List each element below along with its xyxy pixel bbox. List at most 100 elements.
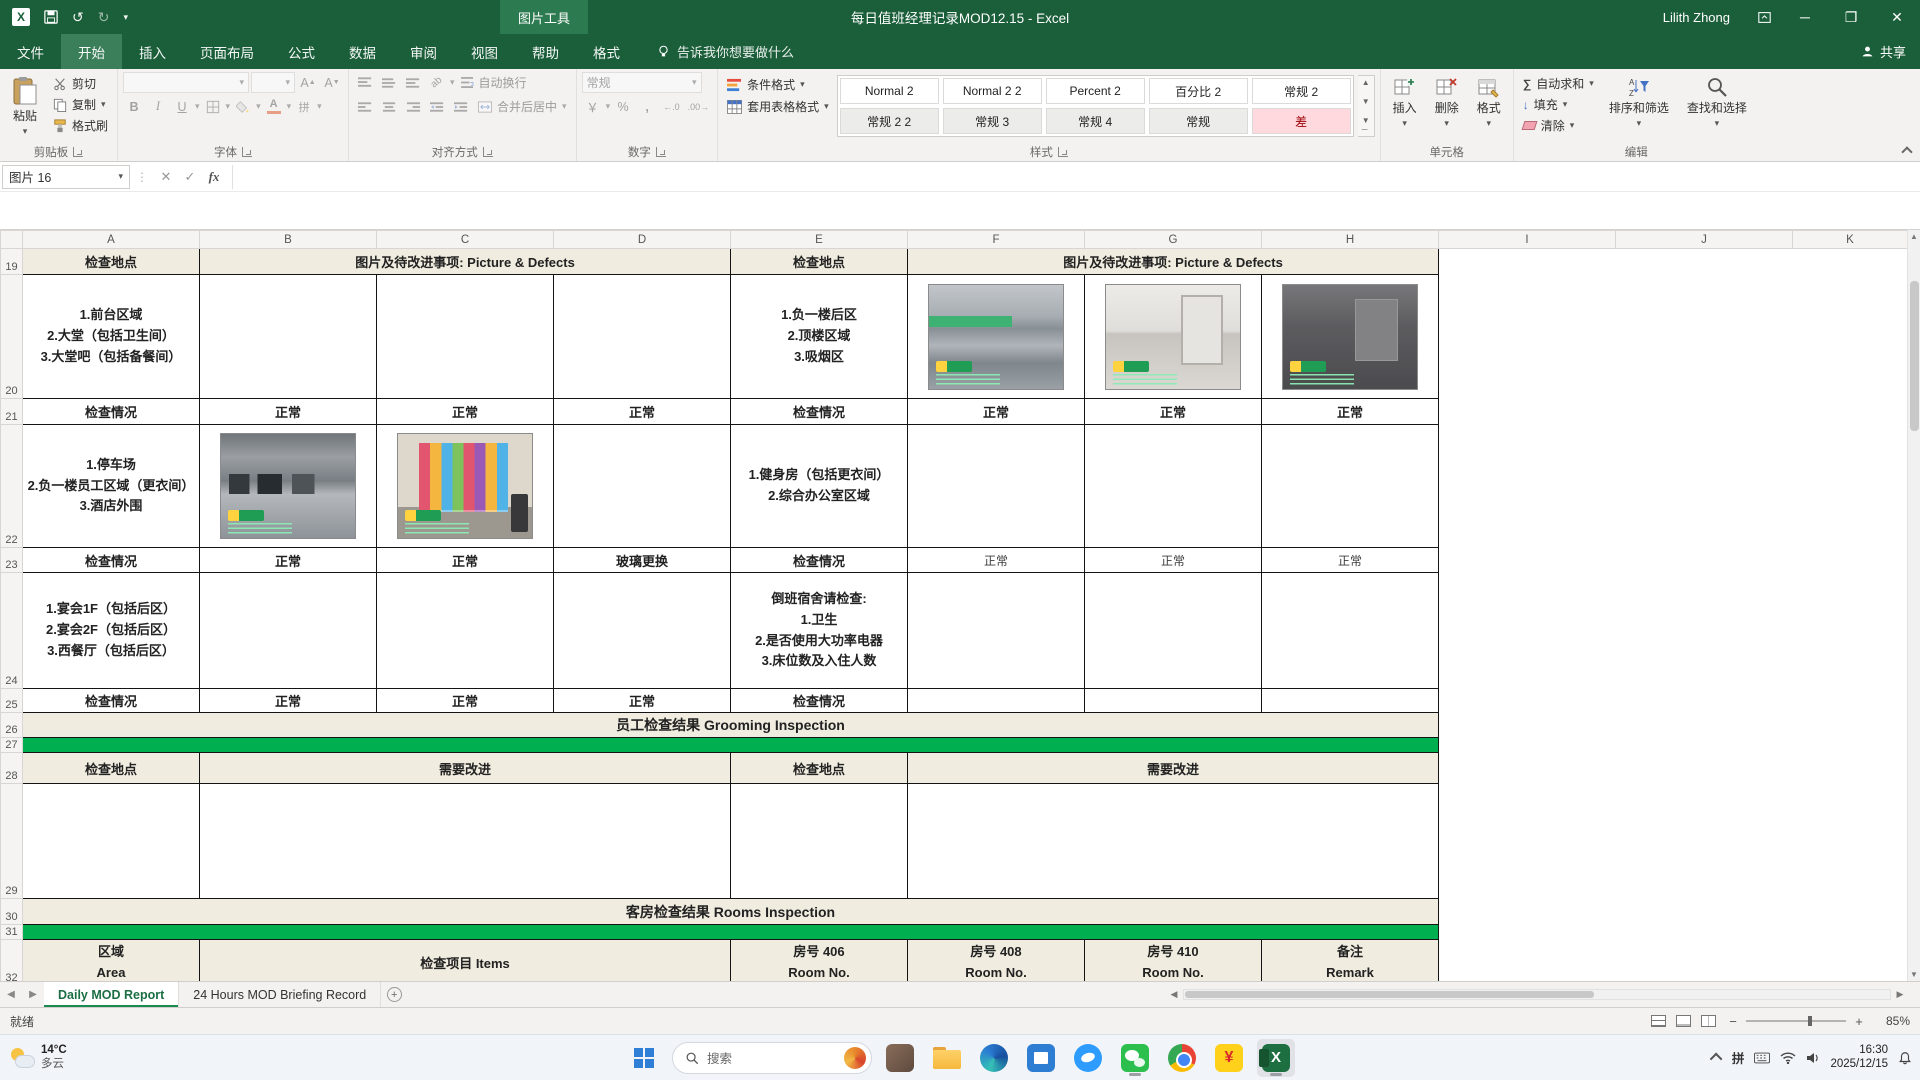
orientation-icon[interactable]: ab <box>426 72 448 93</box>
decrease-decimal-icon[interactable]: .00→ <box>685 96 713 117</box>
empty-cells[interactable] <box>1438 939 1908 981</box>
cell-H32[interactable]: 备注 Remark <box>1261 939 1439 981</box>
format-as-table-button[interactable]: 套用表格格式 ▾ <box>723 97 833 116</box>
empty-cells[interactable] <box>1438 924 1908 940</box>
photo-staff-lockers[interactable] <box>397 433 533 539</box>
tab-page-layout[interactable]: 页面布局 <box>183 34 271 69</box>
tab-help[interactable]: 帮助 <box>515 34 576 69</box>
photo-parking-lot[interactable] <box>220 433 356 539</box>
cell-A20[interactable]: 1.前台区域 2.大堂（包括卫生间） 3.大堂吧（包括备餐间） <box>22 274 200 399</box>
insert-cells-button[interactable]: 插入 ▾ <box>1386 72 1424 131</box>
normal-view-icon[interactable] <box>1651 1015 1666 1027</box>
row-header-25[interactable]: 25 <box>0 688 23 713</box>
clipboard-dialog-launcher-icon[interactable] <box>73 147 84 157</box>
empty-cells[interactable] <box>1438 783 1908 899</box>
row-header-29[interactable]: 29 <box>0 783 23 899</box>
col-header-E[interactable]: E <box>730 230 908 249</box>
select-all-corner[interactable] <box>0 230 23 249</box>
font-size-combo[interactable]: ▾ <box>251 72 296 93</box>
cell-E21[interactable]: 检查情况 <box>730 398 908 425</box>
horizontal-scrollbar[interactable]: ◀ ▶ <box>1167 986 1907 1003</box>
cell-A28[interactable]: 检查地点 <box>22 752 200 784</box>
maximize-button[interactable]: ❐ <box>1828 0 1874 34</box>
tab-formulas[interactable]: 公式 <box>271 34 332 69</box>
col-header-H[interactable]: H <box>1261 230 1439 249</box>
copy-button[interactable]: 复制 ▾ <box>49 95 112 114</box>
taskbar-app-dingtalk[interactable] <box>1069 1039 1107 1077</box>
row-header-27[interactable]: 27 <box>0 737 23 753</box>
cell-F23[interactable]: 正常 <box>907 547 1085 573</box>
scroll-left-icon[interactable]: ◀ <box>1167 989 1181 1000</box>
name-box-splitter[interactable]: ⋮ <box>130 170 154 184</box>
network-icon[interactable] <box>1780 1051 1796 1064</box>
sheet-tab-24-hours-briefing[interactable]: 24 Hours MOD Briefing Record <box>179 982 382 1007</box>
cell-A31-green-divider[interactable] <box>22 924 1439 940</box>
tab-insert[interactable]: 插入 <box>122 34 183 69</box>
row-header-20[interactable]: 20 <box>0 274 23 399</box>
page-break-view-icon[interactable] <box>1701 1015 1716 1027</box>
bold-button[interactable]: B <box>123 96 145 117</box>
taskbar-app-wechat[interactable] <box>1116 1039 1154 1077</box>
cell-B29[interactable] <box>199 783 731 899</box>
col-header-C[interactable]: C <box>376 230 554 249</box>
row-header-23[interactable]: 23 <box>0 547 23 573</box>
cell-G22[interactable] <box>1084 424 1262 548</box>
merge-center-button[interactable]: 合并后居中 ▾ <box>474 97 571 116</box>
cell-B25[interactable]: 正常 <box>199 688 377 713</box>
cell-B22[interactable] <box>199 424 377 548</box>
cell-G32[interactable]: 房号 410 Room No. <box>1084 939 1262 981</box>
scroll-up-icon[interactable]: ▲ <box>1910 232 1918 241</box>
horizontal-scroll-thumb[interactable] <box>1185 991 1595 998</box>
cell-H21[interactable]: 正常 <box>1261 398 1439 425</box>
cell-H20[interactable] <box>1261 274 1439 399</box>
italic-button[interactable]: I <box>147 96 169 117</box>
cell-B32[interactable]: 检查项目 Items <box>199 939 731 981</box>
cell-style-item[interactable]: Percent 2 <box>1045 78 1145 104</box>
cell-H25[interactable] <box>1261 688 1439 713</box>
cell-G24[interactable] <box>1084 572 1262 689</box>
row-header-32[interactable]: 32 <box>0 939 23 981</box>
zoom-level[interactable]: 85% <box>1876 1014 1910 1028</box>
alignment-dialog-launcher-icon[interactable] <box>482 147 493 157</box>
cell-style-item[interactable]: 常规 2 2 <box>839 108 939 134</box>
increase-indent-icon[interactable] <box>450 96 472 117</box>
cell-A23[interactable]: 检查情况 <box>22 547 200 573</box>
cell-A24[interactable]: 1.宴会1F（包括后区） 2.宴会2F（包括后区） 3.西餐厅（包括后区） <box>22 572 200 689</box>
cell-C20[interactable] <box>376 274 554 399</box>
cell-A30-rooms-title[interactable]: 客房检查结果 Rooms Inspection <box>22 898 1439 925</box>
col-header-K[interactable]: K <box>1792 230 1908 249</box>
cell-B28[interactable]: 需要改进 <box>199 752 731 784</box>
tab-review[interactable]: 审阅 <box>393 34 454 69</box>
sheet-tab-daily-mod-report[interactable]: Daily MOD Report <box>44 982 180 1007</box>
notification-bell-icon[interactable] <box>1898 1051 1912 1065</box>
touch-keyboard-icon[interactable] <box>1754 1052 1771 1064</box>
save-icon[interactable] <box>44 10 58 24</box>
redo-icon[interactable]: ↻ <box>98 9 110 26</box>
new-sheet-button[interactable]: + <box>381 982 407 1007</box>
cell-G25[interactable] <box>1084 688 1262 713</box>
align-left-icon[interactable] <box>354 96 376 117</box>
fill-color-icon[interactable] <box>232 96 254 117</box>
empty-cells[interactable] <box>1438 248 1908 275</box>
row-header-24[interactable]: 24 <box>0 572 23 689</box>
zoom-slider-thumb[interactable] <box>1808 1016 1812 1026</box>
wrap-text-button[interactable]: 自动换行 <box>457 73 531 92</box>
empty-cells[interactable] <box>1438 398 1908 425</box>
row-header-26[interactable]: 26 <box>0 712 23 738</box>
row-header-21[interactable]: 21 <box>0 398 23 425</box>
row-header-19[interactable]: 19 <box>0 248 23 275</box>
cell-D22[interactable] <box>553 424 731 548</box>
align-right-icon[interactable] <box>402 96 424 117</box>
cell-D20[interactable] <box>553 274 731 399</box>
row-header-28[interactable]: 28 <box>0 752 23 784</box>
taskbar-app-excel[interactable]: X <box>1257 1038 1295 1077</box>
cell-style-item[interactable]: 常规 3 <box>942 108 1042 134</box>
cell-A19[interactable]: 检查地点 <box>22 248 200 275</box>
cell-A29[interactable] <box>22 783 200 899</box>
cell-H24[interactable] <box>1261 572 1439 689</box>
cell-F29[interactable] <box>907 783 1439 899</box>
tab-data[interactable]: 数据 <box>332 34 393 69</box>
zoom-slider[interactable] <box>1746 1016 1846 1026</box>
cell-B21[interactable]: 正常 <box>199 398 377 425</box>
taskbar-app-snip[interactable] <box>881 1039 919 1077</box>
